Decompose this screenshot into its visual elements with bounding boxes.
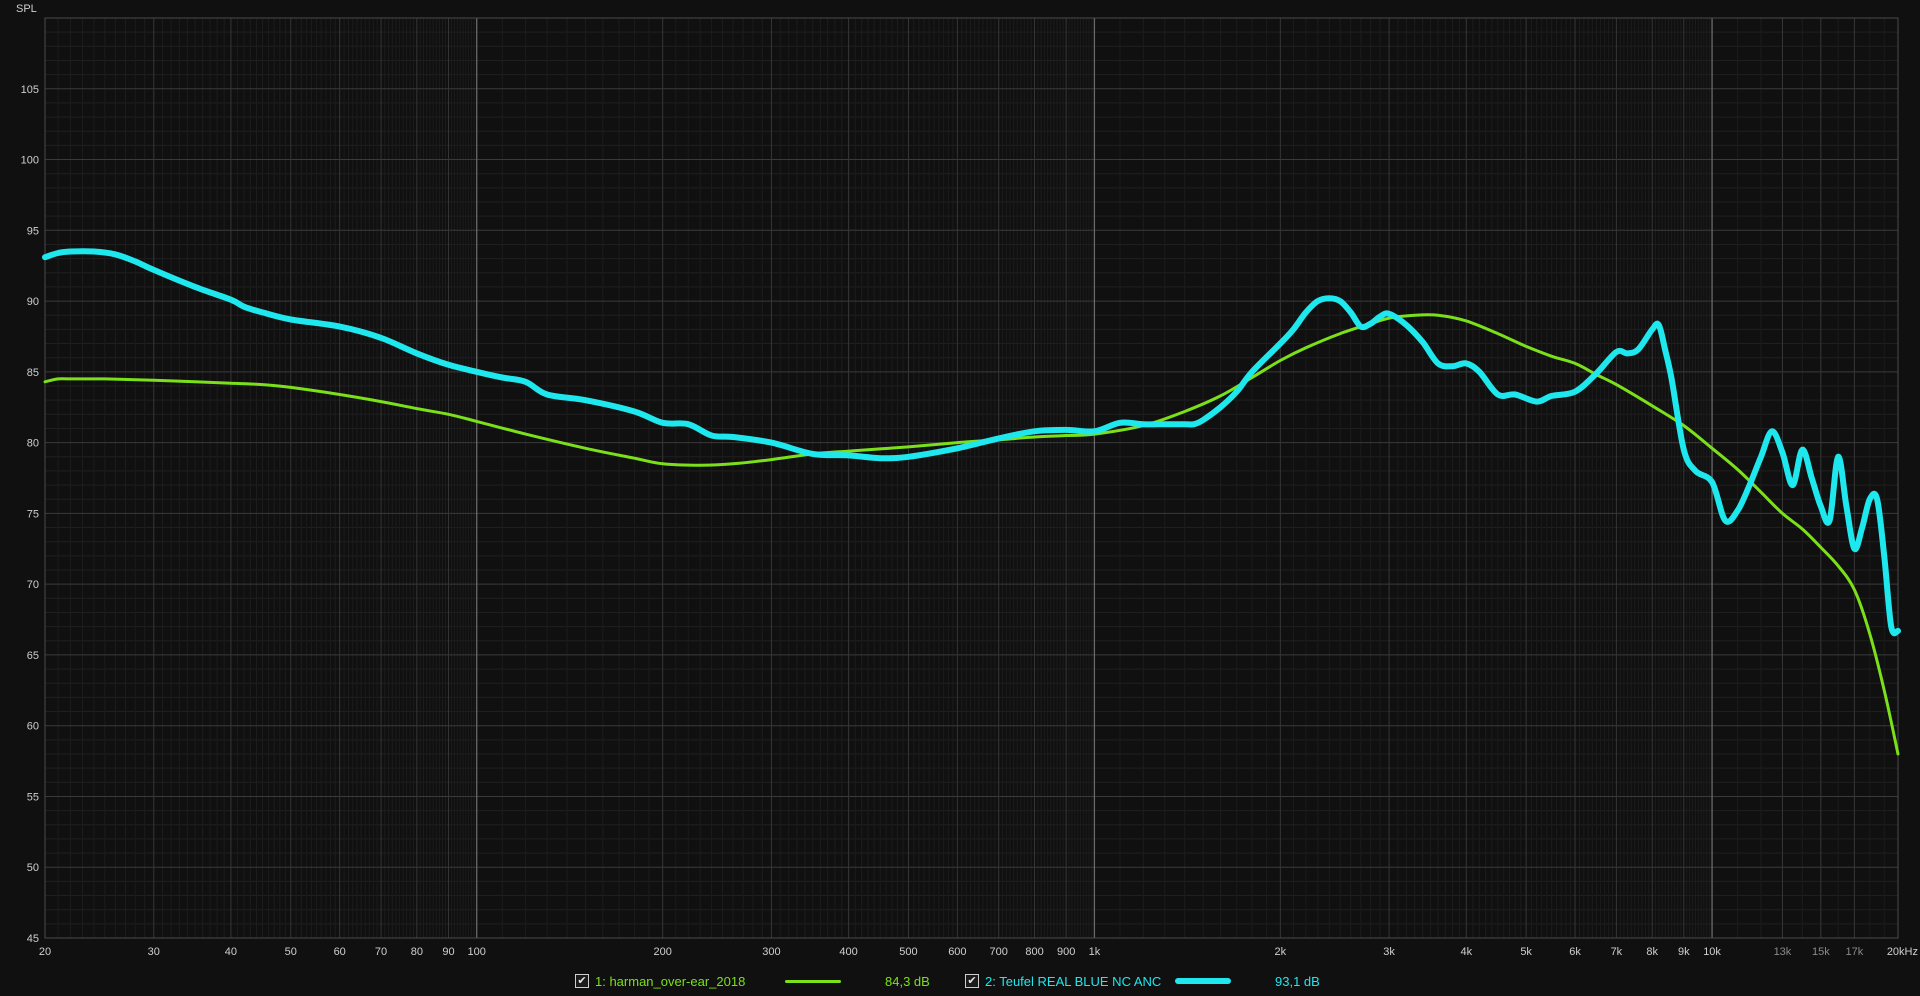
- x-tick-label: 900: [1057, 946, 1075, 958]
- x-tick-label: 9k: [1678, 946, 1690, 958]
- y-tick-label: 75: [27, 508, 39, 520]
- plot-background: [0, 0, 1920, 996]
- x-tick-label: 4k: [1460, 946, 1472, 958]
- line-swatch-2: [1175, 978, 1231, 984]
- x-tick-label: 20kHz: [1887, 946, 1918, 958]
- legend-item-2[interactable]: ✔ 2: Teufel REAL BLUE NC ANC: [965, 968, 1161, 994]
- checkbox-series-2[interactable]: ✔: [965, 974, 979, 988]
- x-tick-label: 800: [1025, 946, 1043, 958]
- y-tick-label: 65: [27, 650, 39, 662]
- x-tick-label: 2k: [1275, 946, 1287, 958]
- legend-label-2: 2: Teufel REAL BLUE NC ANC: [985, 973, 1162, 989]
- x-tick-label: 10k: [1703, 946, 1721, 958]
- x-tick-label: 400: [839, 946, 857, 958]
- legend-level-1: 84,3 dB: [885, 968, 930, 994]
- legend-swatch-1: [785, 968, 841, 994]
- y-tick-label: 50: [27, 862, 39, 874]
- x-tick-label: 500: [899, 946, 917, 958]
- legend-swatch-2: [1175, 968, 1231, 994]
- x-tick-label: 700: [990, 946, 1008, 958]
- x-tick-label: 13k: [1774, 946, 1792, 958]
- y-tick-label: 60: [27, 721, 39, 733]
- x-tick-label: 17k: [1846, 946, 1864, 958]
- x-tick-label: 20: [39, 946, 51, 958]
- x-tick-label: 30: [148, 946, 160, 958]
- y-tick-label: 70: [27, 579, 39, 591]
- frequency-response-chart: SPL 45 50 55 60 65 70 75 80 85 90 95 100 105 20 30 40 5…: [0, 0, 1920, 996]
- x-tick-label: 80: [411, 946, 423, 958]
- x-tick-label: 70: [375, 946, 387, 958]
- x-tick-label: 15k: [1812, 946, 1830, 958]
- checkbox-series-1[interactable]: ✔: [575, 974, 589, 988]
- x-tick-label: 100: [468, 946, 486, 958]
- legend-level-label-2: 93,1 dB: [1275, 973, 1320, 989]
- y-tick-label: 95: [27, 225, 39, 237]
- x-tick-label: 50: [285, 946, 297, 958]
- x-tick-label: 8k: [1646, 946, 1658, 958]
- x-tick-label: 3k: [1383, 946, 1395, 958]
- x-tick-label: 5k: [1520, 946, 1532, 958]
- y-tick-label: 55: [27, 791, 39, 803]
- y-tick-label: 45: [27, 933, 39, 945]
- x-tick-label: 90: [442, 946, 454, 958]
- y-tick-label: 100: [21, 155, 39, 167]
- legend-label-1: 1: harman_over-ear_2018: [595, 973, 746, 989]
- x-tick-label: 600: [948, 946, 966, 958]
- x-tick-label: 200: [653, 946, 671, 958]
- y-axis-title: SPL: [16, 3, 37, 15]
- x-tick-label: 60: [334, 946, 346, 958]
- x-tick-label: 6k: [1569, 946, 1581, 958]
- line-swatch-1: [785, 979, 841, 983]
- x-tick-label: 1k: [1089, 946, 1101, 958]
- y-tick-label: 80: [27, 438, 39, 450]
- y-tick-label: 90: [27, 296, 39, 308]
- y-tick-label: 85: [27, 367, 39, 379]
- x-tick-label: 7k: [1611, 946, 1623, 958]
- x-tick-label: 40: [225, 946, 237, 958]
- legend-level-label-1: 84,3 dB: [885, 973, 930, 989]
- x-tick-label: 300: [762, 946, 780, 958]
- legend-level-2: 93,1 dB: [1275, 968, 1320, 994]
- legend-item-1[interactable]: ✔ 1: harman_over-ear_2018: [575, 968, 745, 994]
- y-tick-label: 105: [21, 84, 39, 96]
